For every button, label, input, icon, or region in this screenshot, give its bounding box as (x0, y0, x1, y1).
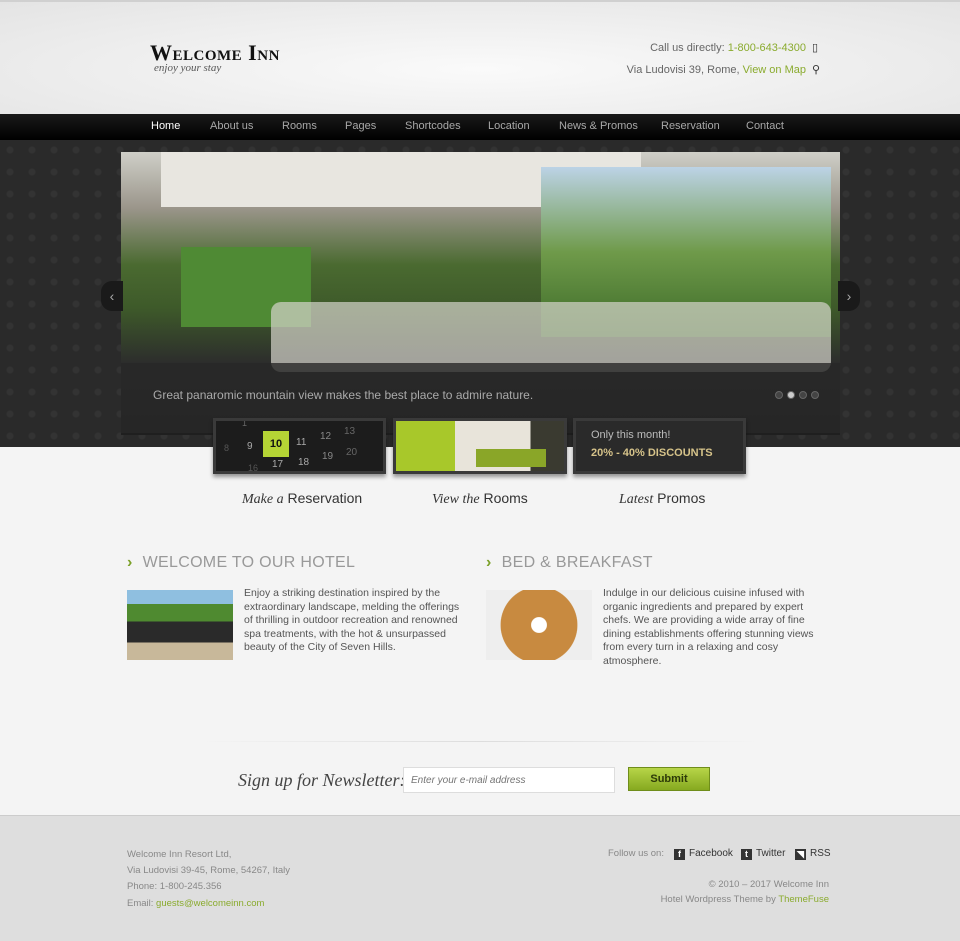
slider-dot-4[interactable] (811, 391, 819, 399)
nav-rooms[interactable]: Rooms (282, 120, 317, 132)
calendar-day: 18 (298, 457, 310, 468)
nav-shortcodes[interactable]: Shortcodes (405, 120, 461, 132)
welcome-text: Enjoy a striking destination inspired by… (244, 587, 460, 653)
newsletter-email-input[interactable] (403, 767, 615, 793)
theme-credit: Hotel Wordpress Theme by ThemeFuse (661, 894, 829, 905)
rooms-thumb[interactable] (393, 418, 567, 474)
themefuse-link[interactable]: ThemeFuse (778, 894, 829, 905)
heading-text: WELCOME TO OUR HOTEL (142, 554, 356, 571)
promo-line2: 20% - 40% DISCOUNTS (591, 447, 713, 459)
calendar-day: 1 (242, 418, 248, 428)
label-script: Make a (242, 492, 284, 507)
reservation-thumb[interactable]: 1 8 9 10 11 12 13 16 17 18 19 20 (213, 418, 386, 474)
newsletter-label: Sign up for Newsletter: (238, 770, 406, 790)
breakfast-heading: › BED & BREAKFAST (486, 554, 653, 572)
calendar-day-selected: 10 (263, 431, 289, 457)
logo-tagline: enjoy your stay (154, 62, 222, 74)
calendar-day: 20 (346, 447, 358, 458)
calendar-day: 12 (320, 431, 332, 442)
promo-line1: Only this month! (591, 429, 671, 441)
slider-dot-1[interactable] (775, 391, 783, 399)
divider (200, 741, 760, 742)
facebook-label: Facebook (689, 848, 733, 859)
twitter-link[interactable]: t Twitter (741, 848, 785, 860)
slide-caption: Great panaromic mountain view makes the … (153, 388, 534, 402)
nav-about-us[interactable]: About us (210, 120, 253, 132)
slider-prev-button[interactable]: ‹ (101, 281, 123, 311)
nav-contact[interactable]: Contact (746, 120, 784, 132)
rss-label: RSS (810, 848, 831, 859)
footer (0, 815, 960, 941)
twitter-label: Twitter (756, 848, 786, 859)
footer-company: Welcome Inn Resort Ltd, (127, 849, 232, 860)
phone-link[interactable]: 1-800-643-4300 (728, 42, 806, 54)
newsletter-submit-button[interactable]: Submit (628, 767, 710, 791)
calendar-day: 17 (272, 459, 284, 470)
breakfast-image (486, 590, 592, 660)
address-info: Via Ludovisi 39, Rome, View on Map (627, 64, 806, 76)
tumblr-icon: t (741, 849, 752, 860)
slider-dot-3[interactable] (799, 391, 807, 399)
nav-pages[interactable]: Pages (345, 120, 376, 132)
make-reservation-link[interactable]: Make a Reservation (242, 490, 362, 508)
latest-promos-link[interactable]: Latest Promos (619, 490, 705, 508)
bed-throw (476, 449, 546, 467)
address-text: Via Ludovisi 39, Rome, (626, 64, 743, 76)
label-text: Promos (653, 490, 706, 506)
nav-news-promos[interactable]: News & Promos (559, 120, 638, 132)
map-pin-icon: ⚲ (812, 64, 821, 76)
lounge-chairs (271, 302, 831, 372)
copyright: © 2010 – 2017 Welcome Inn (708, 879, 829, 890)
footer-phone: Phone: 1-800-245.356 (127, 881, 222, 892)
facebook-icon: f (674, 849, 685, 860)
email-link[interactable]: guests@welcomeinn.com (156, 898, 264, 909)
view-on-map-link[interactable]: View on Map (743, 64, 806, 76)
footer-email: Email: guests@welcomeinn.com (127, 898, 264, 909)
calendar-day: 13 (344, 426, 356, 437)
chevron-right-icon: › (127, 554, 133, 571)
calendar-day: 16 (248, 463, 259, 473)
pool-image (127, 590, 233, 660)
calendar-day: 9 (247, 441, 253, 452)
chevron-right-icon: › (486, 554, 492, 571)
slider-next-button[interactable]: › (838, 281, 860, 311)
view-rooms-link[interactable]: View the Rooms (432, 490, 528, 508)
label-script: Latest (619, 492, 654, 507)
label-script: View the (432, 492, 480, 507)
welcome-heading: › WELCOME TO OUR HOTEL (127, 554, 355, 572)
email-label: Email: (127, 898, 157, 909)
label-text: Rooms (479, 490, 528, 506)
heading-text: BED & BREAKFAST (501, 554, 653, 571)
rss-icon: ◥ (795, 849, 806, 860)
breakfast-text: Indulge in our delicious cuisine infused… (603, 587, 814, 667)
call-label: Call us directly: (650, 42, 728, 54)
promos-thumb[interactable]: Only this month! 20% - 40% DISCOUNTS (573, 418, 746, 474)
label-text: Reservation (283, 490, 363, 506)
slider-dot-2[interactable] (787, 391, 795, 399)
calendar-day: 19 (322, 451, 334, 462)
rss-link[interactable]: ◥ RSS (795, 848, 831, 860)
main-nav (0, 114, 960, 140)
follow-label: Follow us on: (608, 848, 664, 859)
calendar-day: 8 (224, 443, 230, 453)
facebook-link[interactable]: f Facebook (674, 848, 733, 860)
nav-reservation[interactable]: Reservation (661, 120, 720, 132)
nav-location[interactable]: Location (488, 120, 530, 132)
nav-home[interactable]: Home (151, 120, 180, 132)
header (0, 0, 960, 114)
calendar-day: 11 (296, 437, 307, 448)
mobile-phone-icon: ▯ (812, 42, 819, 54)
call-info: Call us directly: 1-800-643-4300 (650, 42, 806, 54)
footer-address: Via Ludovisi 39-45, Rome, 54267, Italy (127, 865, 291, 876)
theme-by: Hotel Wordpress Theme by (660, 894, 779, 905)
